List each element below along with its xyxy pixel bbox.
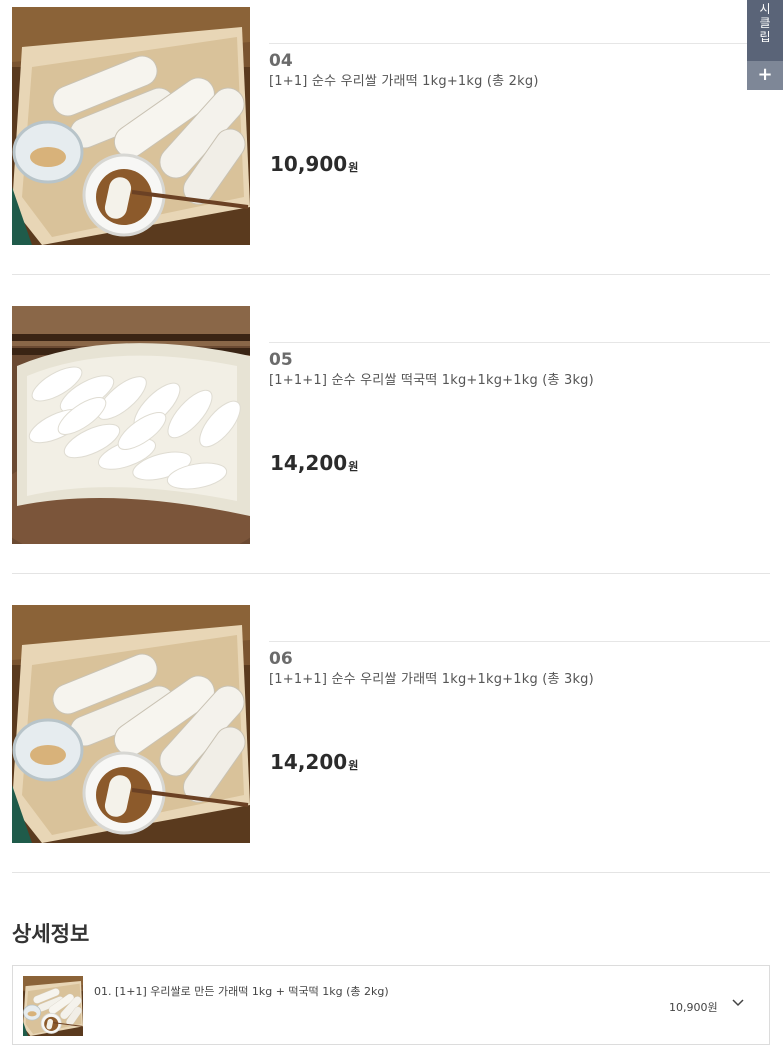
- product-name[interactable]: [1+1+1] 순수 우리쌀 가래떡 1kg+1kg+1kg (총 3kg): [269, 671, 770, 689]
- price-value: 14,200: [270, 451, 348, 475]
- product-number: 06: [269, 649, 293, 669]
- product-image[interactable]: [12, 605, 250, 843]
- product-info: 04 [1+1] 순수 우리쌀 가래떡 1kg+1kg (총 2kg): [269, 43, 770, 91]
- product-name[interactable]: [1+1+1] 순수 우리쌀 떡국떡 1kg+1kg+1kg (총 3kg): [269, 372, 770, 390]
- product-number: 05: [269, 350, 293, 370]
- product-info: 06 [1+1+1] 순수 우리쌀 가래떡 1kg+1kg+1kg (총 3kg…: [269, 641, 770, 689]
- product-price: 14,200원: [270, 451, 358, 475]
- product-item[interactable]: 05 [1+1+1] 순수 우리쌀 떡국떡 1kg+1kg+1kg (총 3kg…: [12, 275, 770, 574]
- product-image[interactable]: [12, 306, 250, 544]
- product-item[interactable]: 06 [1+1+1] 순수 우리쌀 가래떡 1kg+1kg+1kg (총 3kg…: [12, 574, 770, 873]
- price-unit: 원: [348, 460, 359, 473]
- product-image[interactable]: [12, 7, 250, 245]
- product-info: 05 [1+1+1] 순수 우리쌀 떡국떡 1kg+1kg+1kg (총 3kg…: [269, 342, 770, 390]
- detail-option-price: 10,900원: [669, 1001, 718, 1014]
- side-tab-char: 시: [759, 2, 771, 16]
- product-price: 14,200원: [270, 750, 358, 774]
- product-item[interactable]: 04 [1+1] 순수 우리쌀 가래떡 1kg+1kg (총 2kg) 10,9…: [12, 0, 770, 275]
- price-value: 10,900: [270, 152, 348, 176]
- product-price: 10,900원: [270, 152, 358, 176]
- clip-add-button[interactable]: +: [747, 61, 783, 90]
- price-unit: 원: [348, 759, 359, 772]
- product-number: 04: [269, 51, 293, 71]
- detail-thumbnail: [23, 976, 83, 1036]
- chevron-down-icon[interactable]: [731, 996, 745, 1010]
- clip-side-tab[interactable]: 시 클 립: [747, 0, 783, 61]
- price-unit: 원: [348, 161, 359, 174]
- section-title: 상세정보: [12, 922, 90, 946]
- product-name[interactable]: [1+1] 순수 우리쌀 가래떡 1kg+1kg (총 2kg): [269, 73, 770, 91]
- side-tab-char: 클: [759, 16, 771, 30]
- detail-option-name: 01. [1+1] 우리쌀로 만든 가래떡 1kg + 떡국떡 1kg (총 2…: [94, 985, 389, 998]
- detail-option-item[interactable]: 01. [1+1] 우리쌀로 만든 가래떡 1kg + 떡국떡 1kg (총 2…: [12, 965, 770, 1045]
- side-tab-char: 립: [759, 30, 771, 44]
- price-value: 14,200: [270, 750, 348, 774]
